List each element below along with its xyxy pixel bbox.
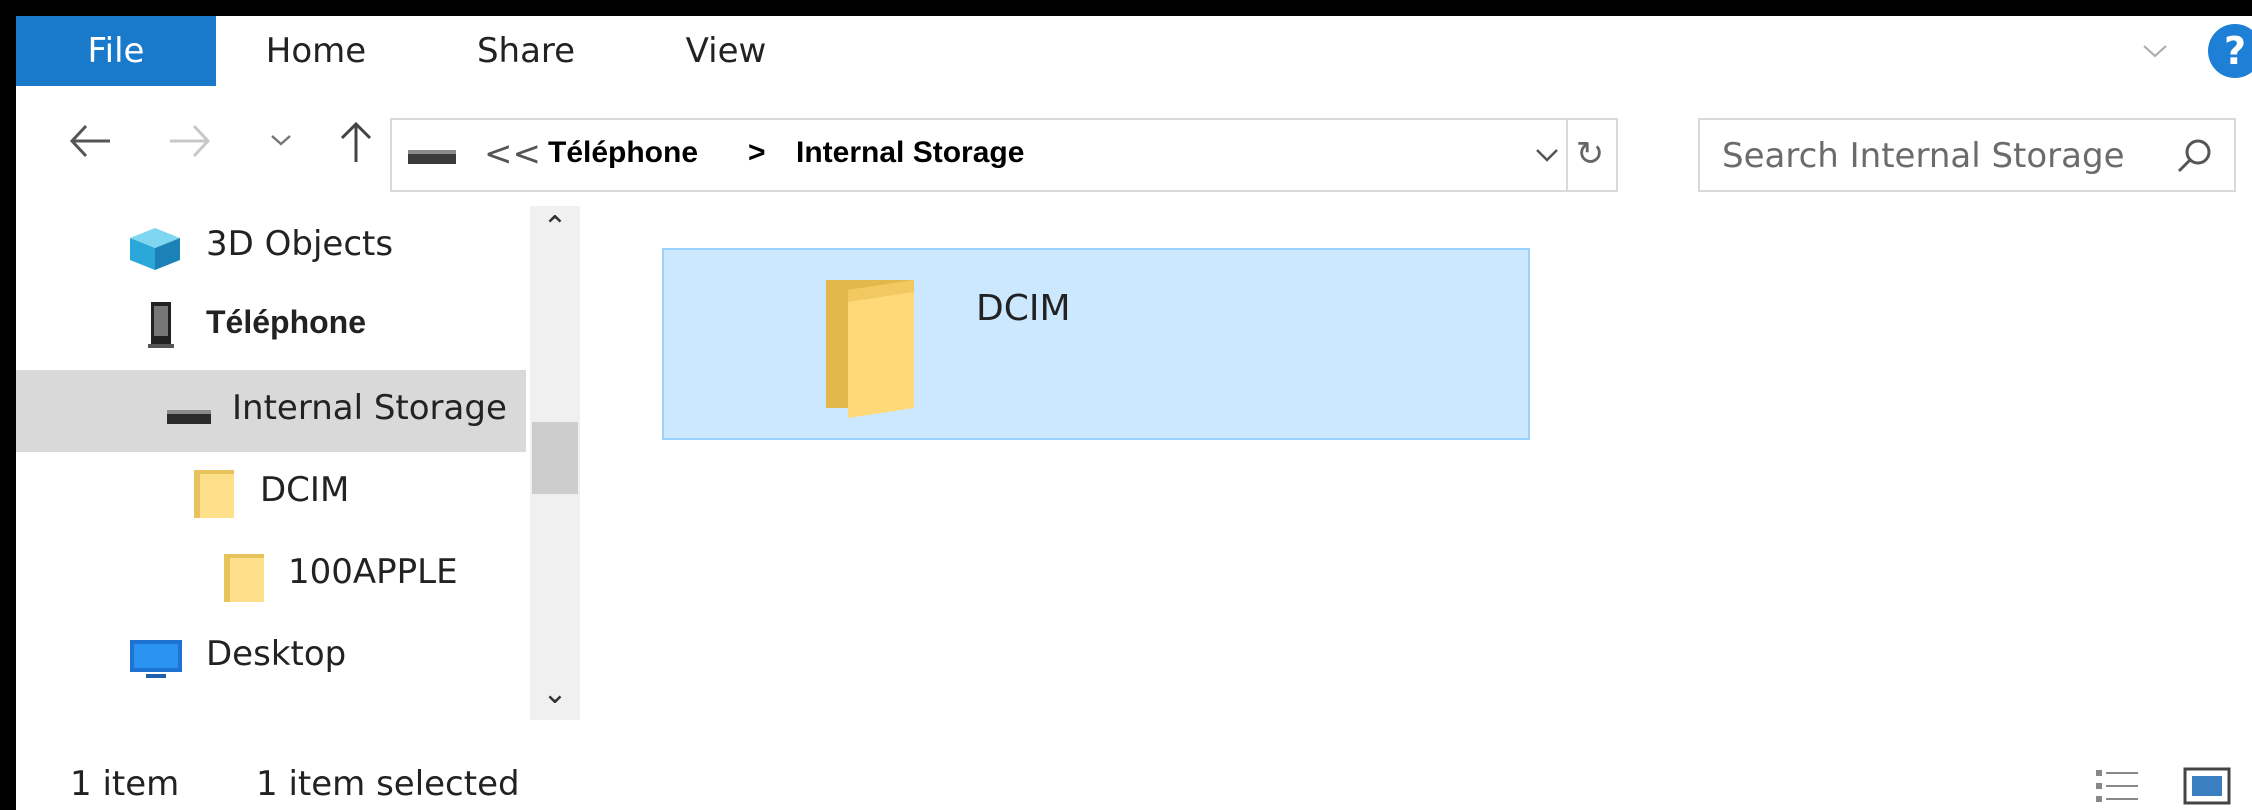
details-view-icon[interactable]: [2092, 766, 2142, 806]
sidebar-item-label: Internal Storage: [232, 388, 507, 428]
folder-icon: [194, 470, 234, 518]
drive-icon: [167, 410, 211, 424]
file-explorer-window: File Home Share View ? << Téléphone > In…: [16, 16, 2252, 810]
sidebar-scrollbar[interactable]: ⌃ ⌄: [530, 206, 580, 720]
tab-home[interactable]: Home: [246, 16, 386, 86]
scrollbar-thumb[interactable]: [532, 422, 578, 494]
file-list-pane: DCIM: [582, 206, 2252, 720]
address-divider: [1566, 120, 1568, 190]
search-box[interactable]: [1698, 118, 2236, 192]
sidebar-item-label: 3D Objects: [206, 224, 394, 264]
recent-locations-chevron-down-icon[interactable]: [266, 116, 296, 166]
sidebar-item-dcim[interactable]: DCIM: [16, 452, 526, 534]
scroll-down-chevron-icon[interactable]: ⌄: [530, 676, 580, 716]
navigation-pane: 3D Objects Téléphone Internal Storage DC…: [16, 206, 582, 720]
search-input[interactable]: [1720, 130, 2164, 182]
tab-share[interactable]: Share: [456, 16, 596, 86]
selection-count: 1 item selected: [256, 764, 520, 804]
sidebar-item-3d-objects[interactable]: 3D Objects: [16, 206, 526, 288]
status-bar: 1 item 1 item selected: [16, 720, 2252, 810]
item-count: 1 item: [70, 764, 180, 804]
sidebar-item-100apple[interactable]: 100APPLE: [16, 534, 526, 616]
up-arrow-icon[interactable]: [336, 116, 376, 166]
sidebar-item-label: Desktop: [206, 634, 347, 674]
breadcrumb-separator[interactable]: >: [748, 136, 766, 170]
ribbon-expand-chevron-icon[interactable]: [2138, 34, 2172, 68]
folder-icon: [826, 280, 914, 418]
address-overflow-icon[interactable]: <<: [484, 134, 541, 174]
scroll-up-chevron-icon[interactable]: ⌃: [530, 210, 580, 250]
refresh-icon[interactable]: ↻: [1570, 132, 1610, 176]
address-bar[interactable]: << Téléphone > Internal Storage ↻: [390, 118, 1618, 192]
sidebar-item-telephone[interactable]: Téléphone: [16, 288, 526, 370]
back-arrow-icon[interactable]: [66, 116, 114, 166]
file-item-dcim[interactable]: DCIM: [662, 248, 1530, 440]
tab-file[interactable]: File: [16, 16, 216, 86]
tab-view[interactable]: View: [656, 16, 796, 86]
sidebar-item-internal-storage[interactable]: Internal Storage: [16, 370, 526, 452]
file-item-name: DCIM: [976, 288, 1071, 329]
sidebar-item-desktop[interactable]: Desktop: [16, 616, 526, 698]
address-dropdown-chevron-icon[interactable]: [1532, 140, 1562, 170]
large-icons-view-icon[interactable]: [2182, 766, 2232, 806]
sidebar-item-label: DCIM: [260, 470, 350, 510]
sidebar-item-label: Téléphone: [206, 304, 367, 340]
help-icon[interactable]: ?: [2208, 24, 2252, 78]
breadcrumb-internal-storage[interactable]: Internal Storage: [796, 136, 1024, 170]
breadcrumb-telephone[interactable]: Téléphone: [548, 136, 698, 170]
drive-icon: [408, 150, 456, 164]
phone-icon: [148, 302, 174, 348]
folder-icon: [224, 554, 264, 602]
forward-arrow-icon[interactable]: [166, 116, 214, 166]
sidebar-item-label: 100APPLE: [288, 552, 458, 592]
ribbon-tabs: File Home Share View ?: [16, 16, 2252, 87]
3d-cube-icon: [130, 228, 180, 270]
search-icon[interactable]: [2174, 136, 2214, 176]
navigation-bar: << Téléphone > Internal Storage ↻: [16, 86, 2252, 198]
desktop-icon: [130, 640, 182, 678]
